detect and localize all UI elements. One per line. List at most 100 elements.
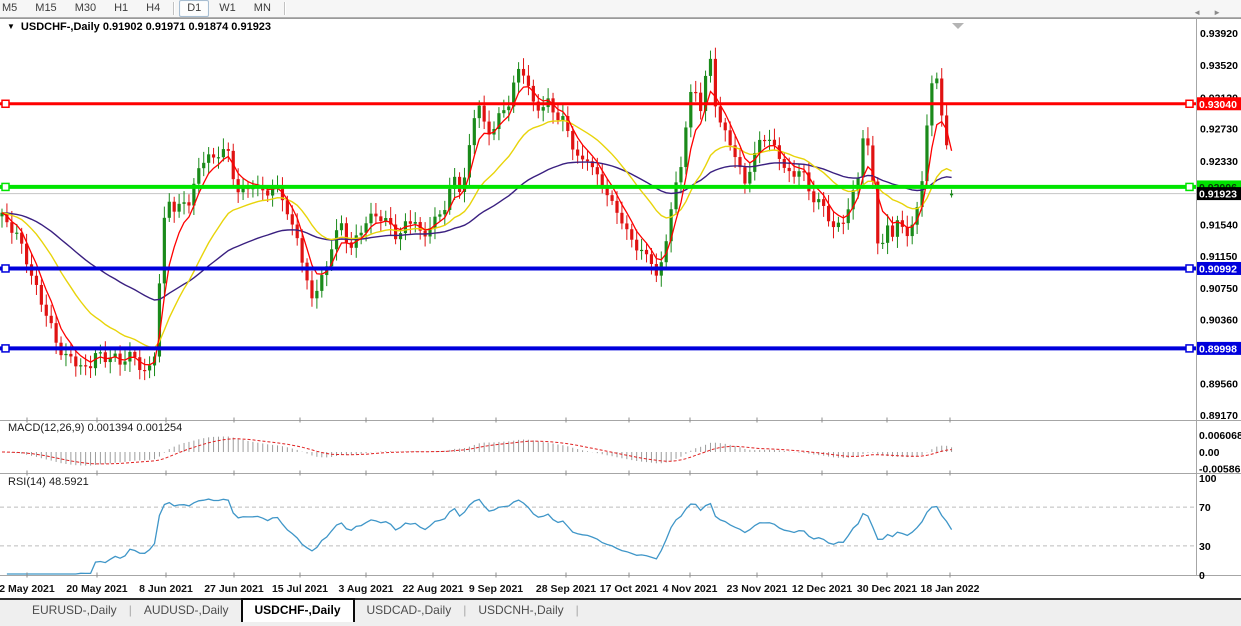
candle-body — [310, 280, 313, 298]
candle-body — [679, 167, 682, 182]
chart-tab-usdchf[interactable]: USDCHF-,Daily — [241, 598, 355, 622]
candle-body — [173, 202, 176, 212]
candle-body — [217, 157, 220, 158]
candle-body — [620, 213, 623, 224]
price-axis-label: 0.93520 — [1200, 60, 1238, 72]
date-axis-label: 12 Dec 2021 — [792, 583, 852, 595]
candle-body — [45, 305, 48, 316]
candle-body — [842, 223, 845, 224]
chart-canvas[interactable]: 0.939200.935200.931200.927300.923300.915… — [0, 0, 1241, 626]
timeframe-button-m15[interactable]: M15 — [27, 0, 64, 17]
line-end-handle[interactable] — [2, 183, 9, 190]
date-axis-label: 23 Nov 2021 — [727, 583, 788, 595]
chart-tab-usdcnh[interactable]: USDCNH-,Daily — [466, 600, 575, 621]
candle-body — [197, 168, 200, 184]
candle-body — [478, 106, 481, 118]
candle-body — [315, 291, 318, 298]
timeframe-button-m5[interactable]: M5 — [0, 0, 25, 17]
candle-body — [202, 163, 205, 168]
date-axis-label: 8 Jun 2021 — [139, 583, 193, 595]
candle-body — [374, 214, 377, 217]
candle-body — [409, 221, 412, 224]
candle-body — [148, 365, 151, 370]
candle-body — [399, 233, 402, 239]
line-end-handle[interactable] — [2, 100, 9, 107]
date-axis-label: 30 Dec 2021 — [857, 583, 917, 595]
candle-body — [296, 225, 299, 239]
candle-body — [763, 140, 766, 141]
candle-body — [138, 357, 141, 370]
candle-body — [84, 365, 87, 366]
date-axis-label: 20 May 2021 — [66, 583, 127, 595]
candle-body — [187, 202, 190, 205]
price-axis-label: 0.90750 — [1200, 283, 1238, 295]
ma-mid-line — [2, 121, 952, 348]
chart-tab-eurusd[interactable]: EURUSD-,Daily — [20, 600, 129, 621]
candle-body — [832, 221, 835, 227]
candle-body — [561, 116, 564, 120]
candle-body — [935, 78, 938, 83]
macd-axis-label: 0.00 — [1199, 447, 1220, 459]
candle-body — [133, 352, 136, 357]
candle-body — [168, 202, 171, 218]
date-axis-label: 4 Nov 2021 — [663, 583, 718, 595]
macd-axis-label: 0.006068 — [1199, 430, 1241, 442]
candle-body — [689, 92, 692, 127]
timeframe-button-h4[interactable]: H4 — [138, 0, 168, 17]
candle-body — [79, 365, 82, 366]
timeframe-button-h1[interactable]: H1 — [106, 0, 136, 17]
candle-body — [596, 167, 599, 174]
candle-body — [305, 263, 308, 281]
sr-price-chip-text: 0.90992 — [1199, 263, 1237, 275]
rsi-indicator-label: RSI(14) 48.5921 — [8, 476, 89, 488]
candle-body — [773, 140, 776, 145]
chart-tab-audusd[interactable]: AUDUSD-,Daily — [132, 600, 241, 621]
chart-shift-marker-icon[interactable] — [952, 23, 964, 29]
candle-body — [458, 177, 461, 192]
price-axis-label: 0.92730 — [1200, 124, 1238, 136]
candle-body — [610, 195, 613, 201]
timeframe-button-w1[interactable]: W1 — [211, 0, 244, 17]
candle-body — [104, 352, 107, 362]
line-end-handle[interactable] — [1186, 345, 1193, 352]
candle-body — [55, 323, 58, 343]
candle-body — [788, 168, 791, 171]
candle-body — [817, 199, 820, 202]
line-end-handle[interactable] — [2, 265, 9, 272]
candle-body — [483, 106, 486, 122]
line-end-handle[interactable] — [1186, 100, 1193, 107]
candle-body — [369, 214, 372, 224]
candle-body — [694, 92, 697, 93]
candle-body — [35, 276, 38, 285]
candle-body — [556, 112, 559, 120]
sr-price-chip-text: 0.93040 — [1199, 99, 1237, 111]
toolbar-separator — [284, 2, 285, 15]
chart-dropdown-icon[interactable]: ▼ — [7, 22, 15, 31]
tab-scroll-arrows[interactable]: ◄► — [1193, 8, 1233, 17]
timeframe-button-mn[interactable]: MN — [246, 0, 279, 17]
rsi-axis-label: 100 — [1199, 473, 1217, 485]
timeframe-button-m30[interactable]: M30 — [67, 0, 104, 17]
candle-body — [340, 223, 343, 230]
line-end-handle[interactable] — [1186, 183, 1193, 190]
candle-body — [753, 153, 756, 172]
line-end-handle[interactable] — [1186, 265, 1193, 272]
candle-body — [625, 223, 628, 229]
chart-tab-usdcad[interactable]: USDCAD-,Daily — [355, 600, 464, 621]
candle-body — [576, 150, 579, 156]
tab-scroll-right-icon[interactable]: ► — [1213, 8, 1233, 17]
tab-scroll-left-icon[interactable]: ◄ — [1193, 8, 1213, 17]
candle-body — [950, 194, 953, 196]
date-axis-label: 2 May 2021 — [0, 583, 55, 595]
line-end-handle[interactable] — [2, 345, 9, 352]
candle-body — [645, 250, 648, 254]
timeframe-button-d1[interactable]: D1 — [179, 0, 209, 17]
tab-separator: | — [576, 600, 579, 620]
candle-body — [143, 370, 146, 371]
candle-body — [25, 244, 28, 265]
candle-body — [827, 206, 830, 221]
candle-body — [527, 76, 530, 86]
candle-body — [414, 222, 417, 224]
candle-body — [10, 222, 13, 233]
candle-body — [301, 238, 304, 263]
